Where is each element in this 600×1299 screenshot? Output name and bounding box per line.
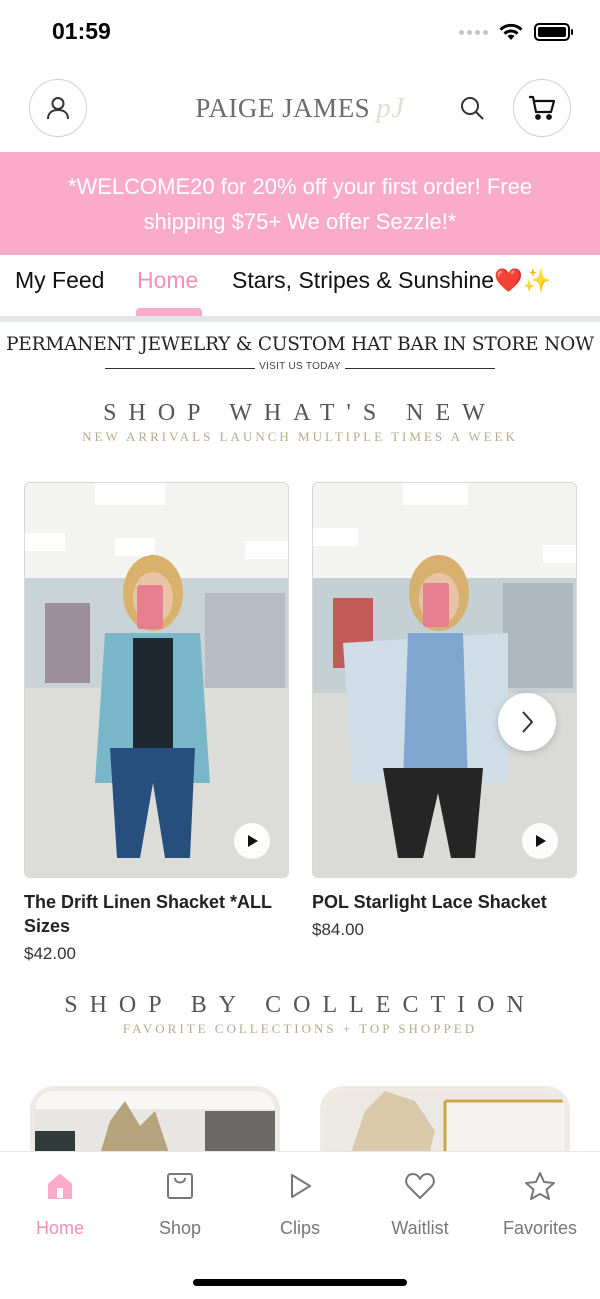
brand-mark: pJ <box>376 92 405 124</box>
tab-my-feed[interactable]: My Feed <box>15 267 104 294</box>
tab-home[interactable]: Home <box>137 267 198 294</box>
star-icon <box>525 1172 555 1200</box>
new-section-title: SHOP WHAT'S NEW <box>103 400 497 426</box>
search-icon <box>461 97 484 120</box>
tabbar-item-home[interactable]: Home <box>10 1166 110 1239</box>
play-icon <box>291 1174 311 1198</box>
tabbar-label: Waitlist <box>391 1218 449 1238</box>
bottom-tab-bar: Home Shop Clips Waitlist Favorites <box>0 1151 600 1299</box>
tabbar-label: Home <box>35 1218 84 1238</box>
announcement-banner[interactable]: PERMANENT JEWELRY & CUSTOM HAT BAR IN ST… <box>0 334 600 375</box>
play-icon <box>248 835 258 847</box>
home-indicator <box>193 1279 407 1286</box>
announcement-subtitle: VISIT US TODAY <box>259 361 341 372</box>
tabbar-item-clips[interactable]: Clips <box>250 1166 350 1239</box>
product-photo <box>25 483 288 877</box>
play-video-button[interactable] <box>234 823 270 859</box>
status-time: 01:59 <box>52 18 111 44</box>
collection-section-header: SHOP BY COLLECTION FAVORITE COLLECTIONS … <box>0 992 600 1037</box>
product-card[interactable]: The Drift Linen Shacket *ALL Sizes $42.0… <box>24 482 289 964</box>
cart-icon <box>529 95 556 120</box>
brand-logo[interactable]: PAIGE JAMES pJ <box>0 92 600 125</box>
product-photo <box>313 483 576 877</box>
top-tabs: My Feed Home Stars, Stripes & Sunshine❤️… <box>0 255 600 317</box>
product-image[interactable] <box>312 482 577 878</box>
tabbar-label: Clips <box>279 1218 320 1238</box>
product-price: $84.00 <box>312 920 364 939</box>
play-icon <box>536 835 546 847</box>
announcement-title: PERMANENT JEWELRY & CUSTOM HAT BAR IN ST… <box>6 334 594 355</box>
tabbar-item-shop[interactable]: Shop <box>130 1166 230 1239</box>
collection-section-subtitle: FAVORITE COLLECTIONS + TOP SHOPPED <box>122 1021 478 1036</box>
tabbar-label: Favorites <box>502 1218 578 1238</box>
chevron-right-icon <box>522 711 534 733</box>
tabbar-item-waitlist[interactable]: Waitlist <box>370 1166 470 1239</box>
new-section-subtitle: NEW ARRIVALS LAUNCH MULTIPLE TIMES A WEE… <box>82 429 518 444</box>
tabs-divider <box>0 316 600 322</box>
play-video-button[interactable] <box>522 823 558 859</box>
shopping-bag-icon <box>167 1173 193 1199</box>
promo-line-1: *WELCOME20 for 20% off your first order!… <box>67 174 533 199</box>
promo-line-2: shipping $75+ We offer Sezzle!* <box>143 209 457 234</box>
collection-section-title: SHOP BY COLLECTION <box>64 992 536 1018</box>
product-price: $42.00 <box>24 944 76 963</box>
active-tab-indicator <box>136 308 202 316</box>
status-icons <box>459 22 573 42</box>
announcement-subtitle-row: VISIT US TODAY <box>0 361 600 375</box>
tabbar-item-favorites[interactable]: Favorites <box>490 1166 590 1239</box>
tab-stars-stripes-sunshine[interactable]: Stars, Stripes & Sunshine❤️✨ <box>232 267 551 294</box>
brand-name: PAIGE JAMES <box>195 93 371 123</box>
tabbar-label: Shop <box>158 1218 202 1238</box>
carousel-next-button[interactable] <box>498 693 556 751</box>
heart-icon <box>405 1173 435 1199</box>
product-name[interactable]: The Drift Linen Shacket *ALL Sizes <box>24 890 289 938</box>
search-button[interactable] <box>456 92 488 124</box>
product-name[interactable]: POL Starlight Lace Shacket <box>312 890 577 914</box>
product-image[interactable] <box>24 482 289 878</box>
divider-line-right <box>345 368 495 369</box>
cart-button[interactable] <box>513 79 571 137</box>
app-header: PAIGE JAMES pJ <box>0 66 600 152</box>
battery-icon <box>534 23 573 41</box>
status-bar: 01:59 <box>0 0 600 66</box>
wifi-icon <box>499 23 523 40</box>
promo-banner[interactable]: *WELCOME20 for 20% off your first order!… <box>0 152 600 255</box>
new-section-header: SHOP WHAT'S NEW NEW ARRIVALS LAUNCH MULT… <box>0 400 600 445</box>
cellular-signal-icon <box>459 29 488 35</box>
home-icon <box>48 1174 72 1199</box>
